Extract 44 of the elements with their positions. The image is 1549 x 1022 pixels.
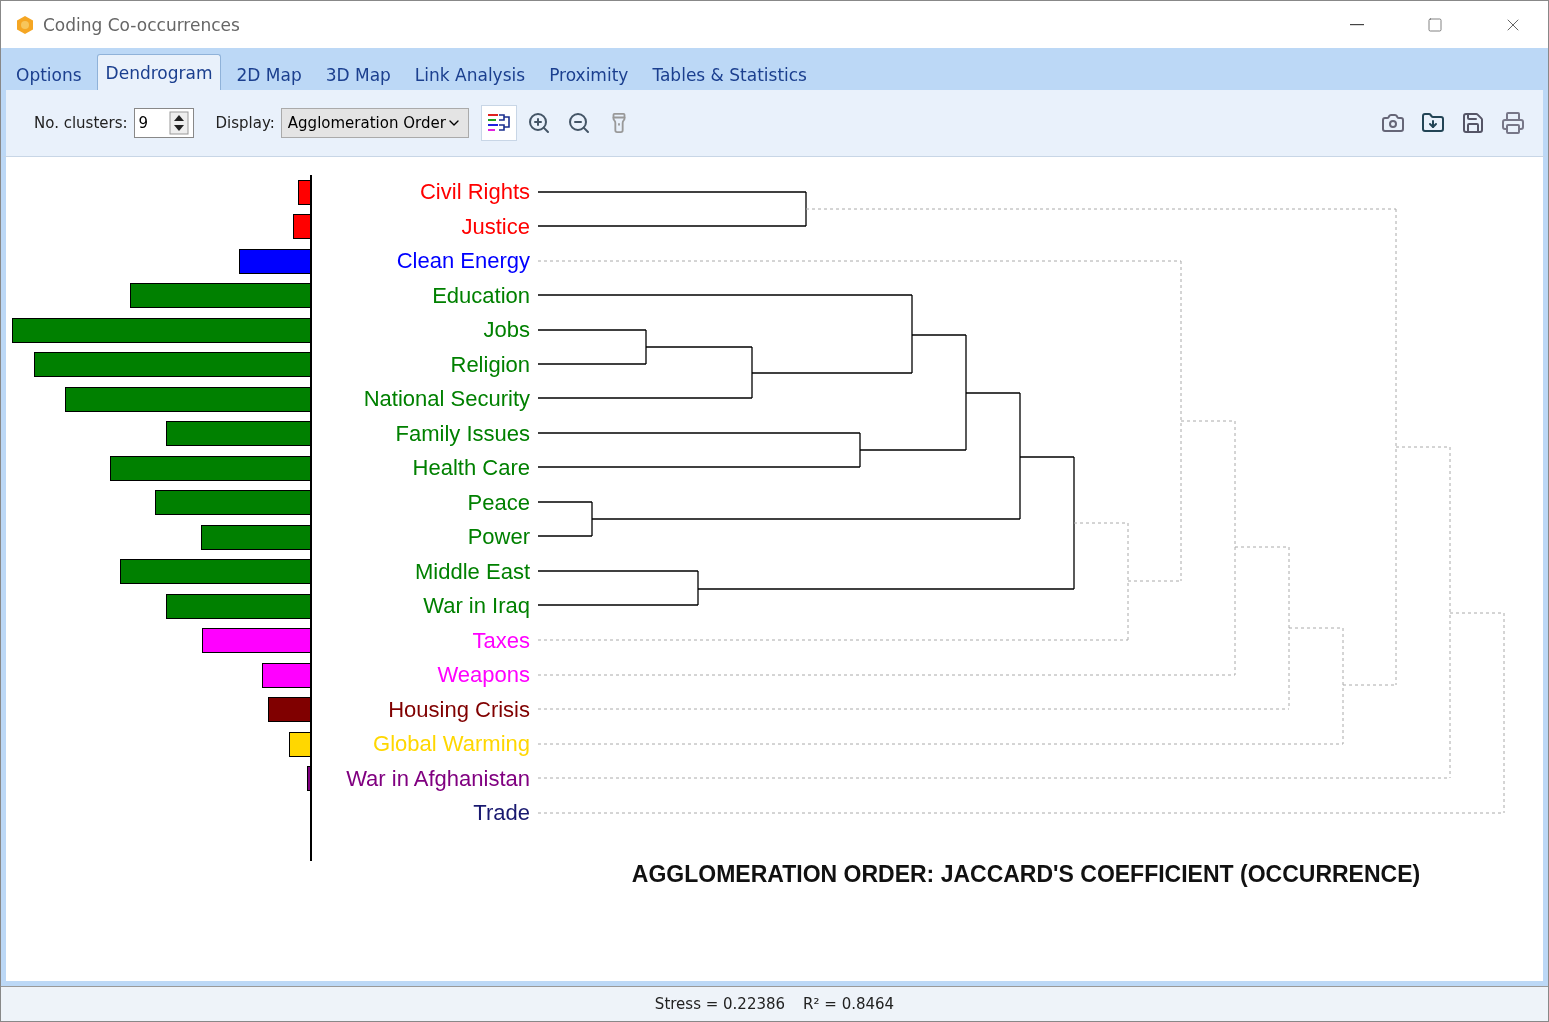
code-label: War in Iraq bbox=[422, 593, 530, 620]
code-label: Taxes bbox=[471, 627, 530, 654]
save-icon bbox=[1461, 111, 1485, 135]
tab[interactable]: Options bbox=[7, 58, 91, 90]
camera-icon bbox=[1381, 111, 1405, 135]
clusters-spinner[interactable]: 9 bbox=[133, 108, 194, 138]
display-dropdown[interactable]: Agglomeration Order bbox=[280, 108, 469, 138]
tab[interactable]: Link Analysis bbox=[405, 58, 535, 90]
r-squared-value: R² = 0.8464 bbox=[803, 995, 895, 1013]
code-label: Trade bbox=[472, 800, 530, 827]
zoom-in-icon bbox=[526, 111, 551, 135]
stress-value: Stress = 0.22386 bbox=[654, 995, 786, 1013]
code-label: Middle East bbox=[414, 558, 530, 585]
app-logo-icon bbox=[15, 14, 35, 35]
folder-download-icon bbox=[1421, 111, 1445, 135]
code-label: Weapons bbox=[436, 662, 530, 689]
code-label: War in Afghanistan bbox=[345, 765, 530, 792]
code-label: Education bbox=[431, 282, 530, 309]
code-label: Power bbox=[466, 524, 530, 551]
zoom-out-icon bbox=[566, 111, 591, 135]
tab[interactable]: Dendrogram bbox=[96, 54, 222, 90]
code-label: Religion bbox=[449, 351, 530, 378]
code-label: Justice bbox=[460, 213, 530, 240]
code-label: Global Warming bbox=[372, 731, 530, 758]
tab[interactable]: 3D Map bbox=[316, 58, 400, 90]
code-label: Civil Rights bbox=[418, 179, 530, 206]
chart-title: AGGLOMERATION ORDER: JACCARD'S COEFFICIENT (OCCURRENCE) bbox=[630, 860, 1422, 888]
code-label: Family Issues bbox=[394, 420, 530, 447]
window-title: Coding Co-occurrences bbox=[43, 14, 241, 35]
tab[interactable]: Tables & Statistics bbox=[643, 58, 816, 90]
maximize-icon bbox=[1427, 16, 1443, 33]
printer-icon bbox=[1501, 111, 1525, 135]
minimize-icon bbox=[1350, 23, 1364, 26]
code-label: Jobs bbox=[482, 317, 530, 344]
dendrogram-view-button[interactable] bbox=[480, 105, 517, 141]
code-label: National Security bbox=[362, 386, 530, 413]
tab[interactable]: Proximity bbox=[540, 58, 638, 90]
code-label: Housing Crisis bbox=[387, 696, 530, 723]
clusters-label: No. clusters: bbox=[34, 114, 128, 132]
tab[interactable]: 2D Map bbox=[227, 58, 311, 90]
code-label: Peace bbox=[466, 489, 530, 516]
code-label: Clean Energy bbox=[395, 248, 530, 275]
code-label: Health Care bbox=[411, 455, 530, 482]
display-label: Display: bbox=[215, 114, 275, 132]
